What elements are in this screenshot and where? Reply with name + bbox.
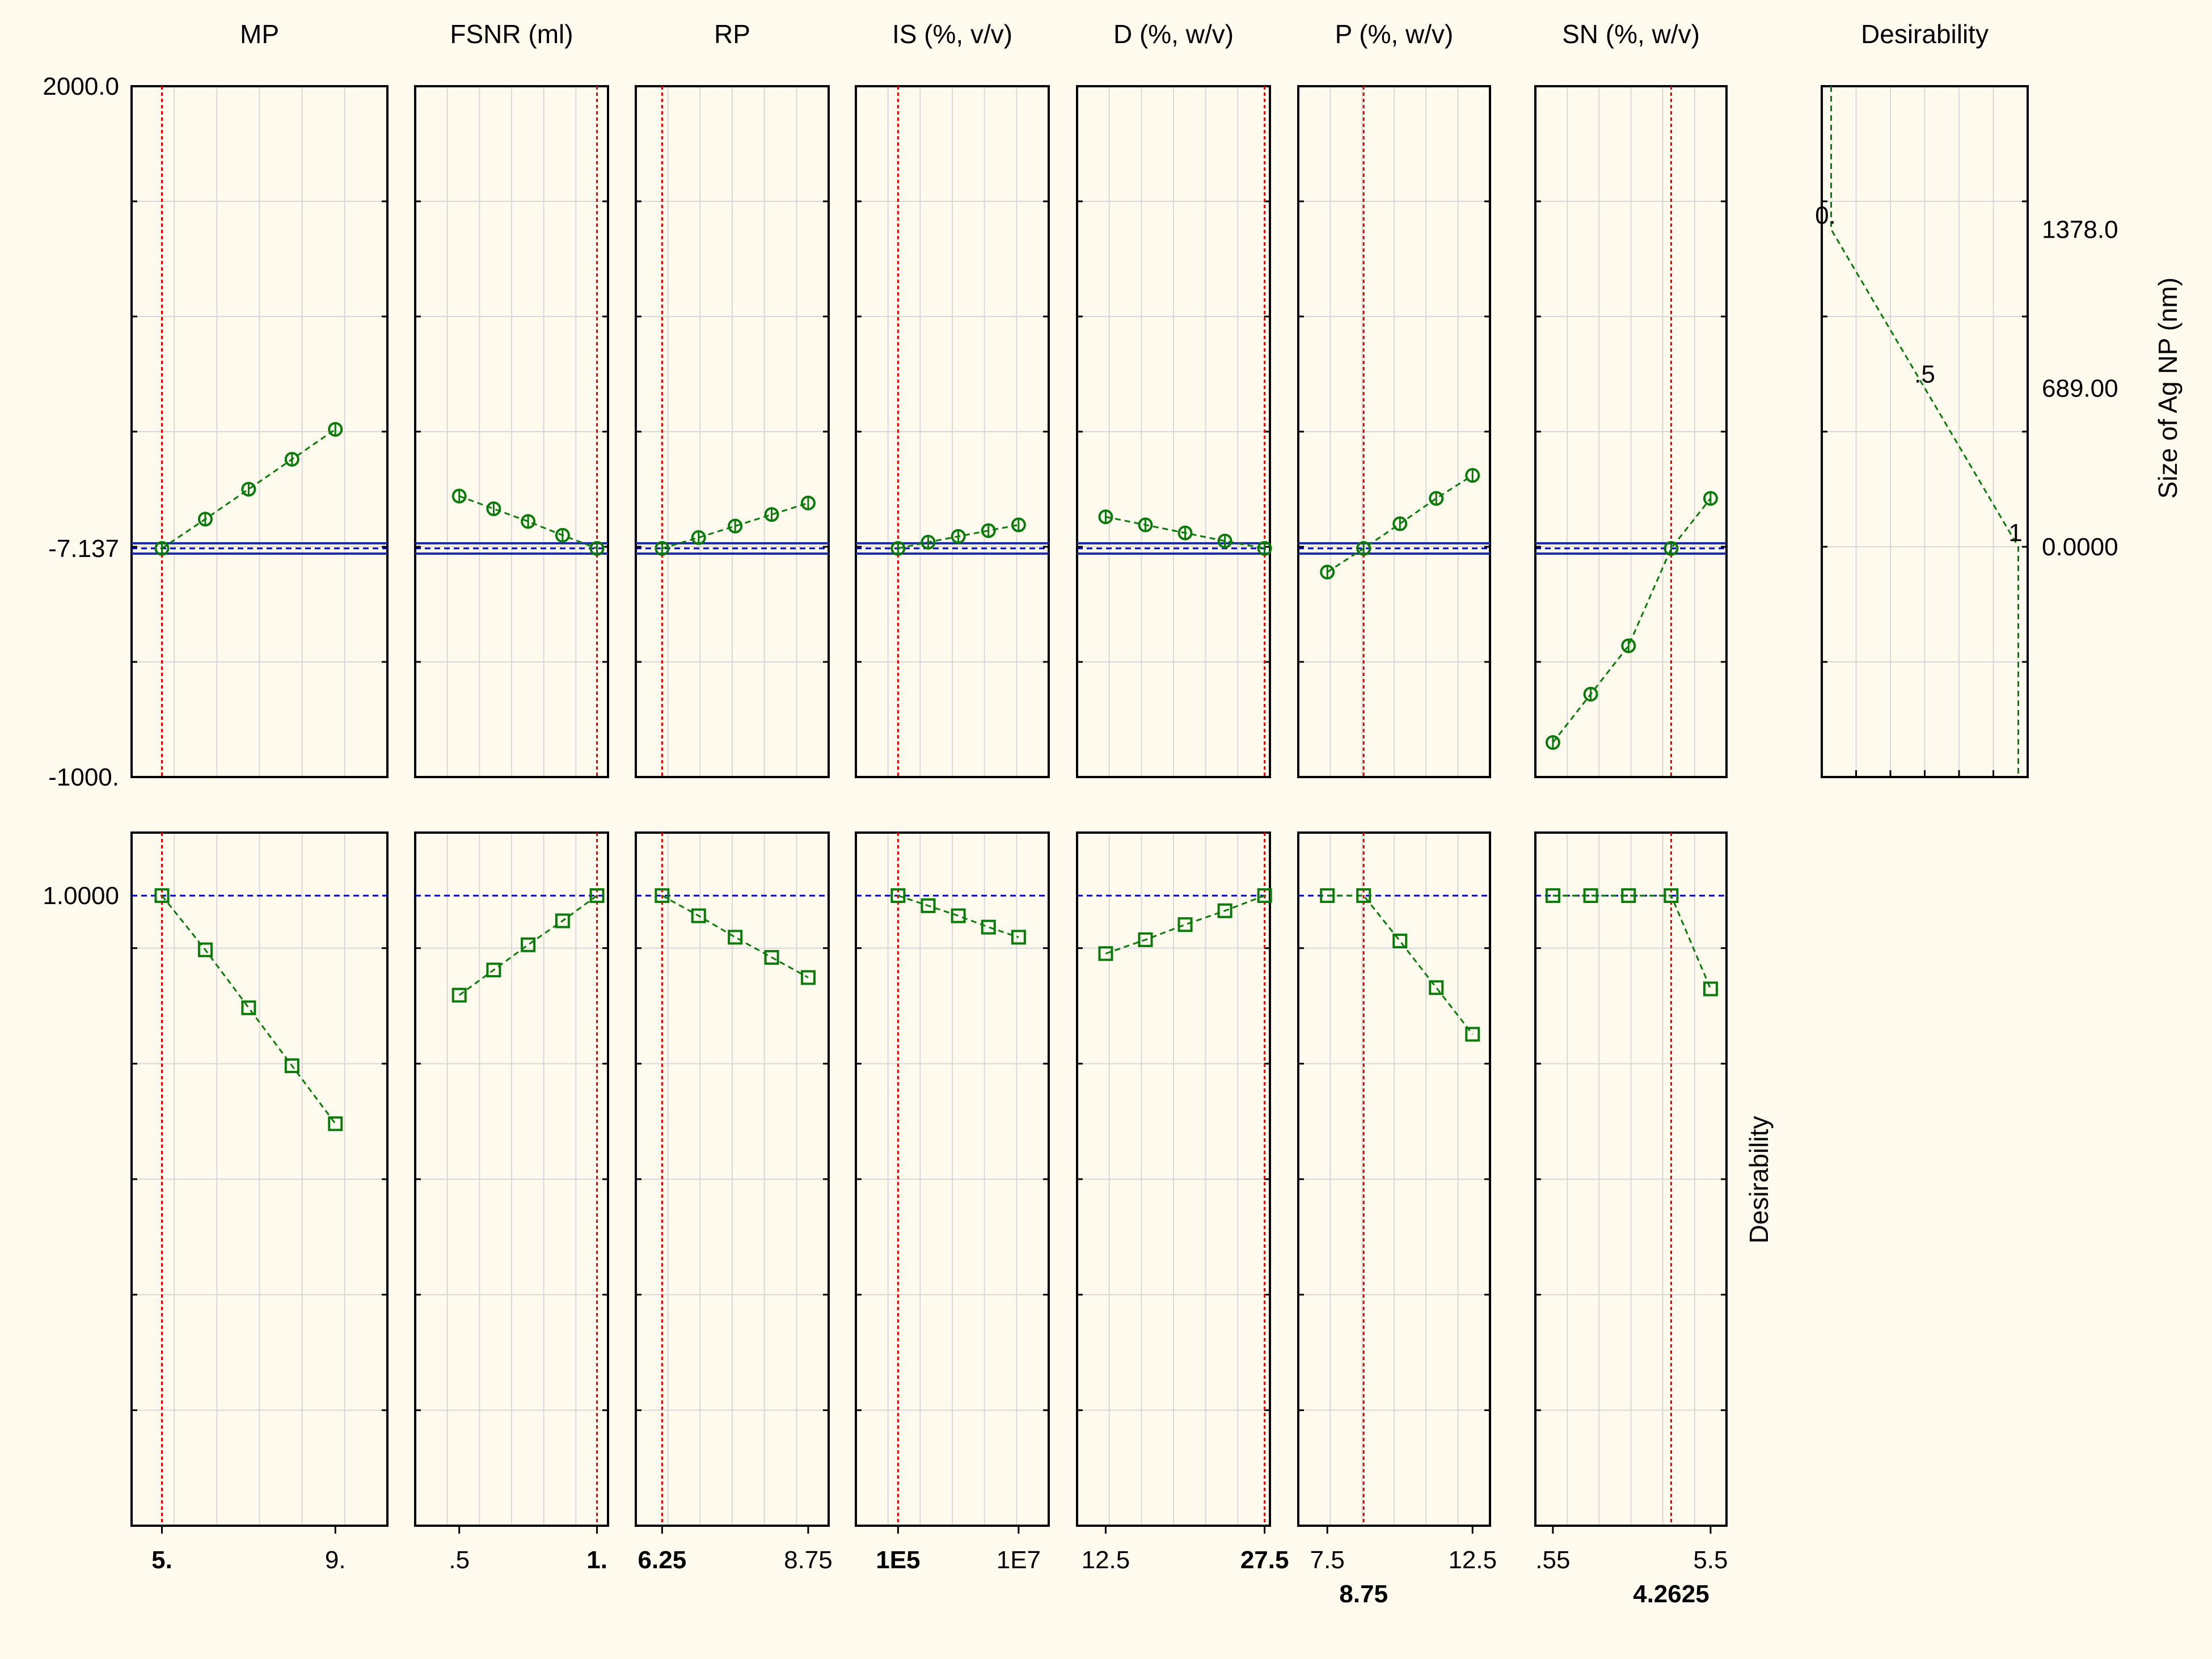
profiler-chart: MP 5. 9. FSNR (ml) .5 1. RP 6.25 8.75 IS (%, v/v)… bbox=[43, 19, 2183, 1608]
response-axis-label: Size of Ag NP (nm) bbox=[2153, 277, 2183, 499]
x-tick-label: 1E7 bbox=[997, 1546, 1041, 1574]
factor-title: P (%, w/v) bbox=[1335, 19, 1454, 49]
desirability-curve bbox=[897, 894, 1019, 938]
x-tick-label: 1E5 bbox=[876, 1546, 920, 1574]
desirability-point bbox=[728, 930, 743, 945]
factor-title: D (%, w/v) bbox=[1113, 19, 1234, 49]
desirability-axis-label: Desirability bbox=[1744, 1116, 1774, 1244]
response-value-label: 0.0000 bbox=[2042, 533, 2118, 561]
desirability-point bbox=[521, 937, 536, 952]
desirability-point bbox=[241, 1000, 256, 1015]
y-tick-label: -7.137 bbox=[48, 535, 119, 563]
desirability-curve bbox=[1552, 894, 1712, 990]
desirability-value-label: 1 bbox=[2008, 519, 2022, 547]
desirability-point bbox=[1703, 981, 1718, 997]
factor-title: FSNR (ml) bbox=[450, 19, 573, 49]
x-tick-label: 12.5 bbox=[1448, 1546, 1497, 1574]
desirability-curve bbox=[661, 894, 809, 978]
current-value-label: 4.2625 bbox=[1633, 1580, 1709, 1608]
x-tick-label: 1. bbox=[586, 1546, 607, 1574]
x-tick-label: 9. bbox=[325, 1546, 346, 1574]
x-tick-label: 5.5 bbox=[1693, 1546, 1728, 1574]
current-value-label: 8.75 bbox=[1339, 1580, 1388, 1608]
response-value-label: 689.00 bbox=[2042, 374, 2118, 402]
x-tick-label: 6.25 bbox=[638, 1546, 687, 1574]
x-tick-label: .5 bbox=[449, 1546, 470, 1574]
desirability-point bbox=[951, 908, 966, 923]
x-tick-label: 5. bbox=[151, 1546, 172, 1574]
factor-title: RP bbox=[714, 19, 750, 49]
desirability-curve bbox=[1327, 894, 1474, 1035]
x-tick-label: 7.5 bbox=[1310, 1546, 1345, 1574]
factor-title: SN (%, w/v) bbox=[1562, 19, 1700, 49]
desirability-value-label: .5 bbox=[1914, 360, 1935, 388]
desirability-point bbox=[1177, 917, 1193, 932]
desirability-panel-title: Desirability bbox=[1861, 19, 1989, 49]
desirability-value-label: 0. bbox=[1815, 202, 1836, 230]
y-tick-label: 1.0000 bbox=[43, 882, 119, 910]
factor-title: MP bbox=[240, 19, 279, 49]
x-tick-label: .55 bbox=[1535, 1546, 1570, 1574]
desirability-point bbox=[328, 1116, 343, 1132]
desirability-curve bbox=[161, 895, 336, 1125]
x-tick-label: 12.5 bbox=[1082, 1546, 1130, 1574]
x-tick-label: 27.5 bbox=[1240, 1546, 1289, 1574]
response-curve bbox=[1552, 497, 1712, 744]
factor-title: IS (%, v/v) bbox=[892, 19, 1012, 49]
y-tick-label: -1000. bbox=[48, 763, 119, 791]
desirability-curve bbox=[1105, 894, 1265, 955]
y-tick-label: 2000.0 bbox=[43, 73, 119, 100]
response-value-label: 1378.0 bbox=[2042, 216, 2118, 244]
x-tick-label: 8.75 bbox=[784, 1546, 833, 1574]
